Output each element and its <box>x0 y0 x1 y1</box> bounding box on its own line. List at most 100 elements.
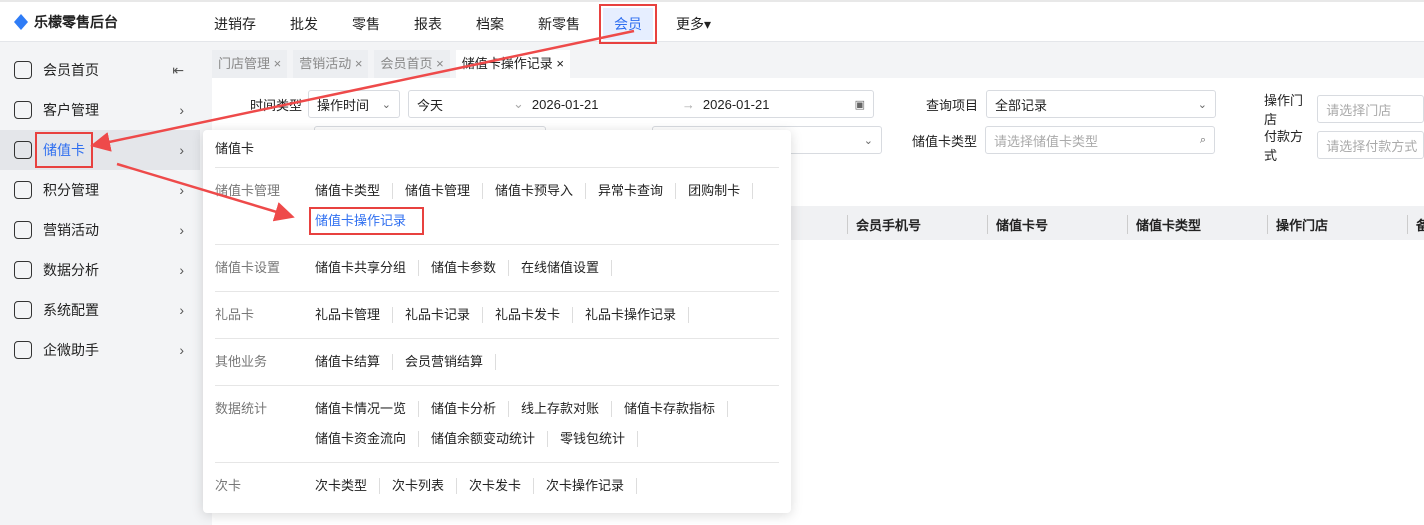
analytics-icon <box>14 261 32 279</box>
menu-group: 储值卡设置 储值卡共享分组 储值卡参数 在线储值设置 <box>215 245 779 292</box>
placeholder: 请选择付款方式 <box>1326 138 1418 154</box>
search-icon[interactable]: ⌕ <box>1200 134 1206 147</box>
card-type-select[interactable]: 请选择储值卡类型 ⌕ <box>985 126 1216 154</box>
tab-active[interactable]: 储值卡操作记录 × <box>455 50 570 78</box>
menu-link[interactable]: 异常卡查询 <box>598 183 677 199</box>
submenu-title: 储值卡 <box>215 130 779 168</box>
time-type-select[interactable]: 操作时间 ⌄ <box>308 90 401 118</box>
sidebar-item[interactable]: 客户管理 › <box>0 90 200 130</box>
nav-item[interactable]: 批发 <box>279 8 329 40</box>
sidebar-item[interactable]: 储值卡 › <box>0 130 200 170</box>
menu-link[interactable]: 礼品卡管理 <box>315 307 394 323</box>
nav-item[interactable]: 档案 <box>465 8 515 40</box>
store-select[interactable]: 请选择门店 <box>1317 95 1424 123</box>
end-date[interactable]: 2026-01-21 <box>703 97 770 112</box>
chevron-right-icon[interactable]: › <box>179 222 184 238</box>
menu-link[interactable]: 储值卡预导入 <box>495 183 587 199</box>
logo-icon <box>14 14 28 30</box>
menu-link-selected[interactable]: 储值卡操作记录 <box>308 207 425 235</box>
logo[interactable]: 乐檬零售后台 <box>14 12 118 32</box>
calendar-icon[interactable]: ▣ <box>855 98 865 111</box>
menu-link[interactable]: 次卡操作记录 <box>546 478 638 494</box>
sidebar-item-label: 营销活动 <box>43 222 99 238</box>
placeholder: 请选择储值卡类型 <box>994 133 1099 149</box>
menu-link[interactable]: 储值卡情况一览 <box>315 401 420 417</box>
tab-label: 会员首页 <box>380 56 433 71</box>
sidebar-item-label: 积分管理 <box>43 182 99 198</box>
top-nav: 进销存 批发 零售 报表 档案 新零售 会员 更多▾ <box>203 4 734 44</box>
menu-link[interactable]: 零钱包统计 <box>560 431 639 447</box>
column-header: 储值卡号 <box>987 215 1048 234</box>
menu-link[interactable]: 礼品卡操作记录 <box>585 307 690 323</box>
menu-link[interactable]: 次卡类型 <box>315 478 381 494</box>
arrow-right-icon: → <box>681 96 695 112</box>
sidebar-item-label: 系统配置 <box>43 302 99 318</box>
user-icon <box>14 101 32 119</box>
menu-link[interactable]: 在线储值设置 <box>521 260 613 276</box>
label: 时间类型 <box>250 97 303 113</box>
sidebar-item[interactable]: 企微助手 › <box>0 330 200 370</box>
menu-link[interactable]: 会员营销结算 <box>405 354 497 370</box>
label: 付款方式 <box>1264 129 1304 163</box>
tab[interactable]: 营销活动 × <box>293 50 369 78</box>
chevron-right-icon[interactable]: › <box>179 182 184 198</box>
home-icon <box>14 61 32 79</box>
menu-link[interactable]: 礼品卡发卡 <box>495 307 574 323</box>
menu-group: 次卡 次卡类型 次卡列表 次卡发卡 次卡操作记录 <box>215 463 779 509</box>
nav-item[interactable]: 零售 <box>341 8 391 40</box>
tab[interactable]: 门店管理 × <box>212 50 288 78</box>
tab[interactable]: 会员首页 × <box>374 50 450 78</box>
label: 储值卡类型 <box>912 133 978 149</box>
menu-link[interactable]: 储值余额变动统计 <box>431 431 549 447</box>
sidebar-item-label: 企微助手 <box>43 342 99 358</box>
menu-link[interactable]: 储值卡分析 <box>431 401 510 417</box>
menu-link[interactable]: 储值卡参数 <box>431 260 510 276</box>
menu-group-label: 礼品卡 <box>215 307 255 322</box>
menu-group: 礼品卡 礼品卡管理 礼品卡记录 礼品卡发卡 礼品卡操作记录 <box>215 292 779 339</box>
menu-group: 其他业务 储值卡结算 会员营销结算 <box>215 339 779 386</box>
payment-select[interactable]: 请选择付款方式 <box>1317 131 1424 159</box>
chevron-right-icon[interactable]: › <box>179 342 184 358</box>
menu-link[interactable]: 团购制卡 <box>688 183 754 199</box>
app-title: 乐檬零售后台 <box>34 14 118 30</box>
tab-label: 门店管理 <box>218 56 271 71</box>
chevron-right-icon[interactable]: › <box>179 262 184 278</box>
menu-link[interactable]: 储值卡存款指标 <box>624 401 729 417</box>
placeholder: 请选择门店 <box>1326 102 1392 118</box>
menu-link[interactable]: 礼品卡记录 <box>405 307 484 323</box>
sidebar-item-label: 数据分析 <box>43 262 99 278</box>
label: 操作门店 <box>1264 93 1304 127</box>
menu-link[interactable]: 次卡列表 <box>392 478 458 494</box>
collapse-icon[interactable]: ⇤ <box>172 62 184 79</box>
sidebar: 会员首页 ⇤ 客户管理 › 储值卡 › 积分管理 › 营销活动 › 数据分析 › 系统配置 › 企微助手 › <box>0 42 200 525</box>
chevron-down-icon: ⌄ <box>863 134 873 147</box>
menu-link[interactable]: 储值卡共享分组 <box>315 260 420 276</box>
chevron-right-icon[interactable]: › <box>179 102 184 118</box>
menu-link[interactable]: 储值卡结算 <box>315 354 394 370</box>
query-select[interactable]: 全部记录 ⌄ <box>986 90 1217 118</box>
nav-item[interactable]: 报表 <box>403 8 453 40</box>
nav-item-more[interactable]: 更多▾ <box>665 8 722 40</box>
menu-link[interactable]: 储值卡资金流向 <box>315 431 420 447</box>
menu-link[interactable]: 储值卡管理 <box>405 183 484 199</box>
column-header: 储值卡类型 <box>1127 215 1201 234</box>
date-range-picker[interactable]: 今天 ⌄ 2026-01-21 → 2026-01-21 ▣ <box>408 90 875 118</box>
column-header: 会员手机号 <box>847 215 921 234</box>
nav-item[interactable]: 进销存 <box>203 8 267 40</box>
sidebar-item-label: 储值卡 <box>35 132 93 168</box>
chevron-right-icon[interactable]: › <box>179 302 184 318</box>
start-date[interactable]: 2026-01-21 <box>532 97 682 112</box>
sidebar-item[interactable]: 系统配置 › <box>0 290 200 330</box>
menu-link[interactable]: 次卡发卡 <box>469 478 535 494</box>
sidebar-item[interactable]: 数据分析 › <box>0 250 200 290</box>
sidebar-item[interactable]: 营销活动 › <box>0 210 200 250</box>
menu-link[interactable]: 线上存款对账 <box>521 401 613 417</box>
sidebar-item[interactable]: 会员首页 ⇤ <box>0 50 200 90</box>
chevron-right-icon[interactable]: › <box>179 142 184 158</box>
nav-item[interactable]: 新零售 <box>527 8 591 40</box>
menu-group-label: 数据统计 <box>215 401 268 416</box>
sidebar-item[interactable]: 积分管理 › <box>0 170 200 210</box>
nav-item-member[interactable]: 会员 <box>599 4 657 44</box>
sidebar-item-label: 客户管理 <box>43 102 99 118</box>
menu-link[interactable]: 储值卡类型 <box>315 183 394 199</box>
